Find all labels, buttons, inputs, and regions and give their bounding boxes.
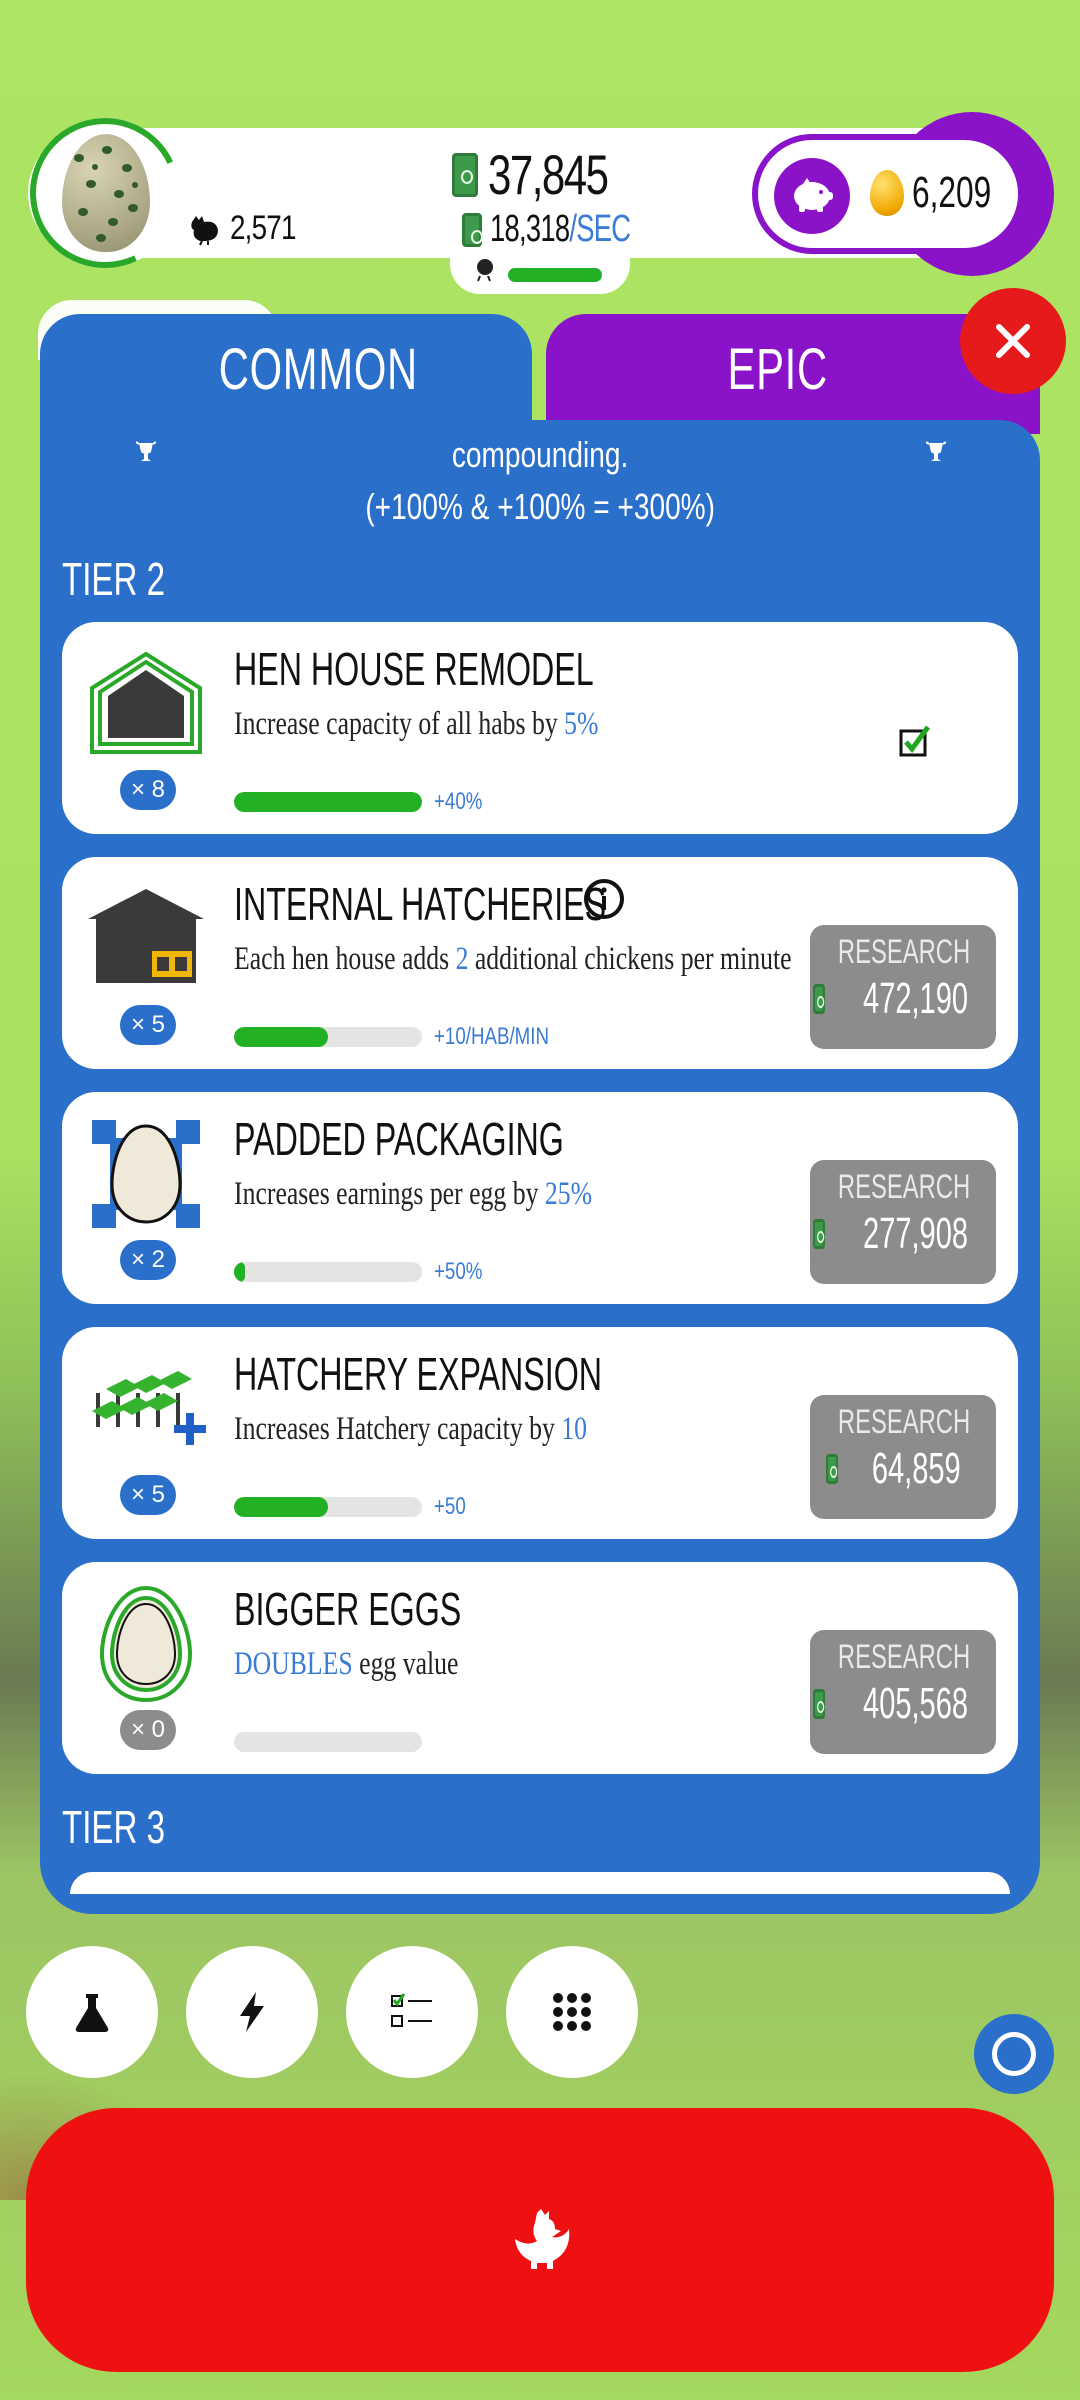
golden-egg-icon bbox=[870, 170, 904, 216]
bigger-egg-icon bbox=[99, 1585, 193, 1703]
rate-value: 18,318 bbox=[490, 208, 570, 250]
close-icon bbox=[996, 324, 1030, 358]
research-cost: 64,859 bbox=[871, 1444, 961, 1493]
upgrade-card-hen-house-remodel[interactable]: × 8 HEN HOUSE REMODEL Increase capacity … bbox=[62, 622, 1018, 834]
cash-icon bbox=[813, 1219, 826, 1249]
upgrade-bonus: +50 bbox=[434, 1493, 466, 1520]
chicken-run-indicator[interactable] bbox=[450, 250, 630, 294]
boost-lightning-icon bbox=[240, 1992, 264, 2032]
research-cost: 277,908 bbox=[863, 1209, 969, 1258]
upgrade-progress-bar bbox=[234, 1497, 422, 1517]
upgrade-description: Increase capacity of all habs by 5% bbox=[234, 706, 599, 742]
chick-icon bbox=[477, 259, 493, 282]
upgrade-card-hatchery-expansion[interactable]: × 5 HATCHERY EXPANSION Increases Hatcher… bbox=[62, 1327, 1018, 1539]
research-cost: 405,568 bbox=[863, 1679, 969, 1728]
camera-toggle-button[interactable] bbox=[974, 2014, 1054, 2094]
research-cost: 472,190 bbox=[863, 974, 969, 1023]
upgrade-title: BIGGER EGGS bbox=[234, 1583, 462, 1635]
upgrade-level-badge: × 8 bbox=[120, 770, 176, 810]
upgrade-title: PADDED PACKAGING bbox=[234, 1113, 564, 1165]
upgrade-card-padded-packaging[interactable]: × 2 PADDED PACKAGING Increases earnings … bbox=[62, 1092, 1018, 1304]
upgrade-description: DOUBLES egg value bbox=[234, 1646, 459, 1682]
upgrade-card-internal-hatcheries[interactable]: × 5 INTERNAL HATCHERIES Each hen house a… bbox=[62, 857, 1018, 1069]
research-flask-icon bbox=[75, 1994, 109, 2032]
hatchery-expansion-icon bbox=[92, 1371, 206, 1445]
menu-grid-icon bbox=[553, 1993, 591, 2031]
upgrade-progress-bar bbox=[234, 1027, 422, 1047]
hatchery-house-icon bbox=[88, 889, 204, 983]
research-button[interactable]: RESEARCH 405,568 bbox=[810, 1630, 996, 1754]
rate-unit: /SEC bbox=[569, 208, 631, 250]
chicken-icon bbox=[191, 216, 218, 246]
piggy-bank-icon[interactable] bbox=[774, 158, 850, 234]
earning-rate: 18,318/SEC bbox=[462, 208, 685, 251]
research-label: RESEARCH bbox=[837, 1168, 971, 1206]
tab-common-label: COMMON bbox=[218, 337, 418, 402]
cash-icon bbox=[452, 152, 478, 197]
chicken-count-value: 2,571 bbox=[230, 208, 296, 247]
cash-icon bbox=[825, 1454, 838, 1484]
upgrade-description: Increases Hatchery capacity by 10 bbox=[234, 1411, 588, 1447]
money-total: 37,845 bbox=[452, 142, 647, 207]
upgrade-level-badge: × 2 bbox=[120, 1240, 176, 1280]
research-button-round[interactable] bbox=[26, 1946, 158, 2078]
upgrade-title: HATCHERY EXPANSION bbox=[234, 1348, 603, 1400]
chicken-count: 2,571 bbox=[186, 208, 310, 248]
upgrade-description: Each hen house adds 2 additional chicken… bbox=[234, 941, 792, 977]
upgrade-bonus: +40% bbox=[434, 788, 483, 815]
upgrade-progress-bar bbox=[234, 1732, 422, 1752]
hatch-chicken-button[interactable] bbox=[26, 2108, 1054, 2372]
chicken-run-bar bbox=[508, 268, 602, 282]
research-label: RESEARCH bbox=[837, 1638, 971, 1676]
info-icon[interactable] bbox=[582, 877, 626, 921]
research-button[interactable]: RESEARCH 472,190 bbox=[810, 925, 996, 1049]
tier-2-label: TIER 2 bbox=[62, 553, 166, 605]
upgrade-description: Increases earnings per egg by 25% bbox=[234, 1176, 593, 1212]
menu-button[interactable] bbox=[506, 1946, 638, 2078]
chicken-icon bbox=[515, 2209, 570, 2269]
panel-description: compounding. bbox=[451, 434, 629, 475]
tier-3-label: TIER 3 bbox=[62, 1801, 166, 1853]
upgrade-title: INTERNAL HATCHERIES bbox=[234, 878, 607, 930]
missions-button[interactable] bbox=[346, 1946, 478, 2078]
upgrade-title: HEN HOUSE REMODEL bbox=[234, 643, 594, 695]
cash-icon bbox=[813, 984, 826, 1014]
research-label: RESEARCH bbox=[837, 1403, 971, 1441]
upgrade-level-badge: × 0 bbox=[120, 1710, 176, 1750]
cash-icon bbox=[462, 212, 483, 247]
boosts-button[interactable] bbox=[186, 1946, 318, 2078]
money-value: 37,845 bbox=[488, 143, 609, 206]
tier-3-card-peek bbox=[70, 1872, 1010, 1894]
panel-description-formula: (+100% & +100% = +300%) bbox=[365, 486, 715, 527]
completed-checkmark-icon bbox=[899, 725, 931, 757]
upgrade-card-bigger-eggs[interactable]: × 0 BIGGER EGGS DOUBLES egg value RESEAR… bbox=[62, 1562, 1018, 1774]
cash-icon bbox=[813, 1689, 826, 1719]
research-button[interactable]: RESEARCH 277,908 bbox=[810, 1160, 996, 1284]
circle-icon bbox=[992, 2032, 1036, 2076]
upgrade-progress-bar bbox=[234, 792, 422, 812]
upgrade-level-badge: × 5 bbox=[120, 1005, 176, 1045]
upgrade-level-badge: × 5 bbox=[120, 1475, 176, 1515]
research-label: RESEARCH bbox=[837, 933, 971, 971]
close-button[interactable] bbox=[960, 288, 1066, 394]
golden-egg-count: 6,209 bbox=[912, 168, 992, 217]
hen-house-icon bbox=[90, 651, 202, 754]
upgrade-bonus: +10/HAB/MIN bbox=[434, 1023, 549, 1050]
research-button[interactable]: RESEARCH 64,859 bbox=[810, 1395, 996, 1519]
upgrade-progress-bar bbox=[234, 1262, 422, 1282]
missions-checklist-icon bbox=[391, 1993, 432, 2027]
padded-egg-icon bbox=[92, 1120, 200, 1228]
tab-epic-label: EPIC bbox=[727, 337, 828, 402]
upgrade-bonus: +50% bbox=[434, 1258, 483, 1285]
